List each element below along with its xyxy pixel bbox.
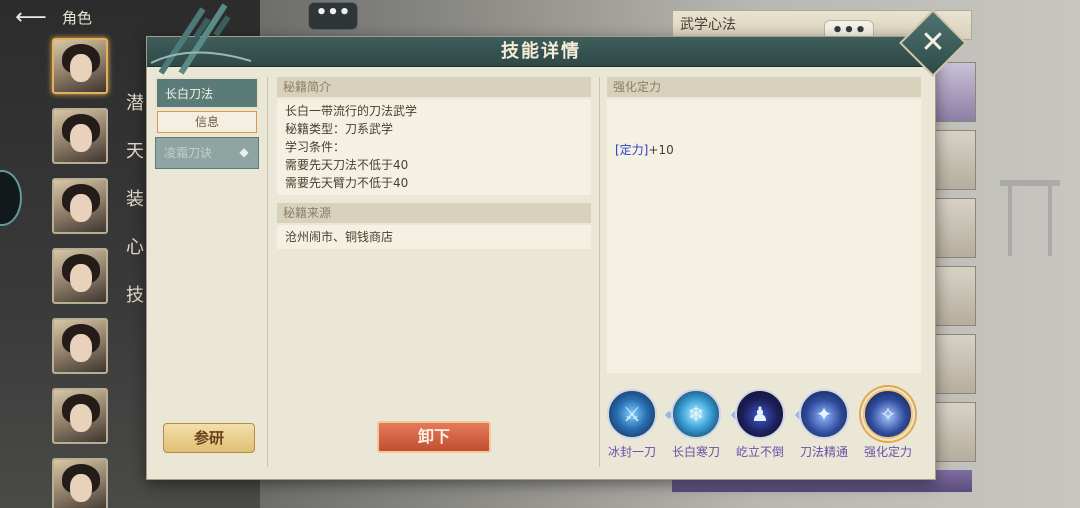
manual-list: 长白刀法 信息 凌霜刀诀 ◆ [155,77,259,171]
character-portrait[interactable] [52,318,108,374]
manual-item-label: 凌霜刀诀 [164,146,213,160]
skill-card-list [934,62,978,470]
role-title: 角色 [62,9,93,27]
character-portrait[interactable] [52,108,108,164]
enhance-heading: 强化定力 [607,77,921,97]
close-icon[interactable]: ✕ [917,23,949,63]
chat-bubble-icon[interactable]: ••• [308,2,358,30]
manual-item-selected[interactable]: 长白刀法 [155,77,259,109]
skill-item[interactable]: ✦ 刀法精通 [795,389,853,460]
skill-card[interactable] [934,130,976,190]
unequip-button[interactable]: 卸下 [377,421,491,453]
focus-figure-icon: ✧ [863,389,913,439]
dialog-title: 技能详情 [501,41,581,62]
character-portrait[interactable] [52,388,108,444]
pavilion-scenery [990,120,1070,260]
skill-label: 冰封一刀 [607,445,656,459]
back-button[interactable]: ⟵ [6,4,56,32]
tab-info[interactable]: 信息 [157,111,257,133]
stat-key: [定力] [615,143,649,157]
skill-label: 屹立不倒 [735,445,784,459]
source-heading: 秘籍来源 [277,203,591,223]
ice-blade-icon: ⚔ [607,389,657,439]
column-divider [599,77,600,467]
skill-chain: ⚔ 冰封一刀 ❄ 长白寒刀 ♟ 屹立不倒 ✦ 刀法精通 ✧ 强化定力 [603,389,921,469]
intro-line: 需要先天臂力不低于40 [285,176,409,190]
mastery-figure-icon: ✦ [799,389,849,439]
skill-card[interactable] [934,198,976,258]
intro-line: 学习条件： [285,140,346,154]
skill-item[interactable]: ♟ 屹立不倒 [731,389,789,460]
skill-label: 长白寒刀 [671,445,720,459]
research-button[interactable]: 参研 [163,423,255,453]
character-portrait[interactable] [52,38,108,94]
skill-item[interactable]: ⚔ 冰封一刀 [603,389,661,460]
manual-item[interactable]: 凌霜刀诀 ◆ [155,137,259,169]
intro-line: 长白一带流行的刀法武学 [285,104,418,118]
character-portrait[interactable] [52,248,108,304]
skill-detail-dialog: 技能详情 ✕ 长白刀法 信息 凌霜刀诀 ◆ 参研 秘籍简介 长白一带流行的刀法武… [146,3,967,480]
skill-card[interactable] [934,266,976,326]
source-text: 沧州闹市、铜钱商店 [285,230,394,244]
character-portrait[interactable] [52,178,108,234]
character-portrait-list [52,38,110,508]
skill-label: 强化定力 [863,445,912,459]
stat-line: [定力]+10 [615,141,674,158]
column-divider [267,77,268,467]
frost-crystal-icon: ❄ [671,389,721,439]
stat-value: +10 [648,143,674,157]
intro-line: 需要先天刀法不低于40 [285,158,409,172]
standing-figure-icon: ♟ [735,389,785,439]
skill-item[interactable]: ❄ 长白寒刀 [667,389,725,460]
intro-box: 长白一带流行的刀法武学 秘籍类型：刀系武学 学习条件： 需要先天刀法不低于40 … [277,99,591,195]
gem-icon: ◆ [239,145,249,159]
source-box: 沧州闹市、铜钱商店 [277,225,591,249]
skill-card[interactable] [934,62,976,122]
intro-line: 秘籍类型：刀系武学 [285,122,394,136]
martial-arts-panel-title: 武学心法 [680,17,736,33]
skill-label: 刀法精通 [799,445,848,459]
skill-card[interactable] [934,402,976,462]
skill-item-selected[interactable]: ✧ 强化定力 [859,389,917,460]
skill-card[interactable] [934,334,976,394]
character-portrait[interactable] [52,458,108,508]
intro-heading: 秘籍简介 [277,77,591,97]
